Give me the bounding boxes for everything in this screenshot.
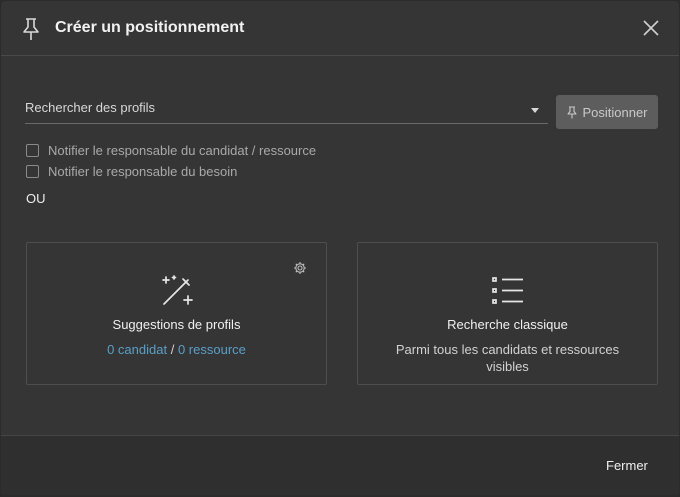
profile-search-field[interactable] bbox=[25, 91, 548, 124]
suggestions-counts: 0 candidat / 0 ressource bbox=[47, 341, 306, 358]
dialog-footer: Fermer bbox=[1, 435, 679, 495]
profile-search-input[interactable] bbox=[25, 97, 515, 117]
pin-icon bbox=[567, 105, 578, 118]
classic-search-title: Recherche classique bbox=[447, 317, 568, 332]
close-button[interactable]: Fermer bbox=[606, 458, 648, 473]
pin-icon bbox=[23, 18, 39, 40]
notify-candidate-manager-row[interactable]: Notifier le responsable du candidat / re… bbox=[26, 143, 316, 158]
resources-count-link[interactable]: 0 ressource bbox=[178, 342, 246, 357]
notify-candidate-manager-checkbox[interactable] bbox=[26, 144, 39, 157]
classic-search-subtitle: Parmi tous les candidats et ressources v… bbox=[395, 342, 620, 374]
list-icon bbox=[492, 277, 523, 304]
magic-wand-icon bbox=[162, 275, 193, 305]
notify-need-manager-label[interactable]: Notifier le responsable du besoin bbox=[48, 164, 237, 179]
or-separator: OU bbox=[26, 191, 46, 206]
position-button[interactable]: Positionner bbox=[556, 95, 658, 129]
position-button-label: Positionner bbox=[582, 104, 648, 120]
dialog-header: Créer un positionnement bbox=[1, 1, 679, 56]
classic-search-card[interactable]: Recherche classique Parmi tous les candi… bbox=[357, 242, 658, 385]
notify-need-manager-row[interactable]: Notifier le responsable du besoin bbox=[26, 164, 237, 179]
close-icon[interactable] bbox=[642, 19, 660, 37]
candidates-count-link[interactable]: 0 candidat bbox=[107, 342, 167, 357]
suggestions-title: Suggestions de profils bbox=[112, 317, 241, 332]
gear-icon[interactable] bbox=[293, 261, 307, 275]
chevron-down-icon[interactable] bbox=[531, 108, 539, 113]
notify-candidate-manager-label[interactable]: Notifier le responsable du candidat / re… bbox=[48, 143, 316, 158]
profile-suggestions-card[interactable]: Suggestions de profils 0 candidat / 0 re… bbox=[26, 242, 327, 385]
create-positioning-dialog: Créer un positionnement Positionner Noti… bbox=[1, 1, 679, 495]
dialog-title: Créer un positionnement bbox=[55, 19, 245, 36]
counts-separator: / bbox=[170, 342, 175, 357]
notify-need-manager-checkbox[interactable] bbox=[26, 165, 39, 178]
